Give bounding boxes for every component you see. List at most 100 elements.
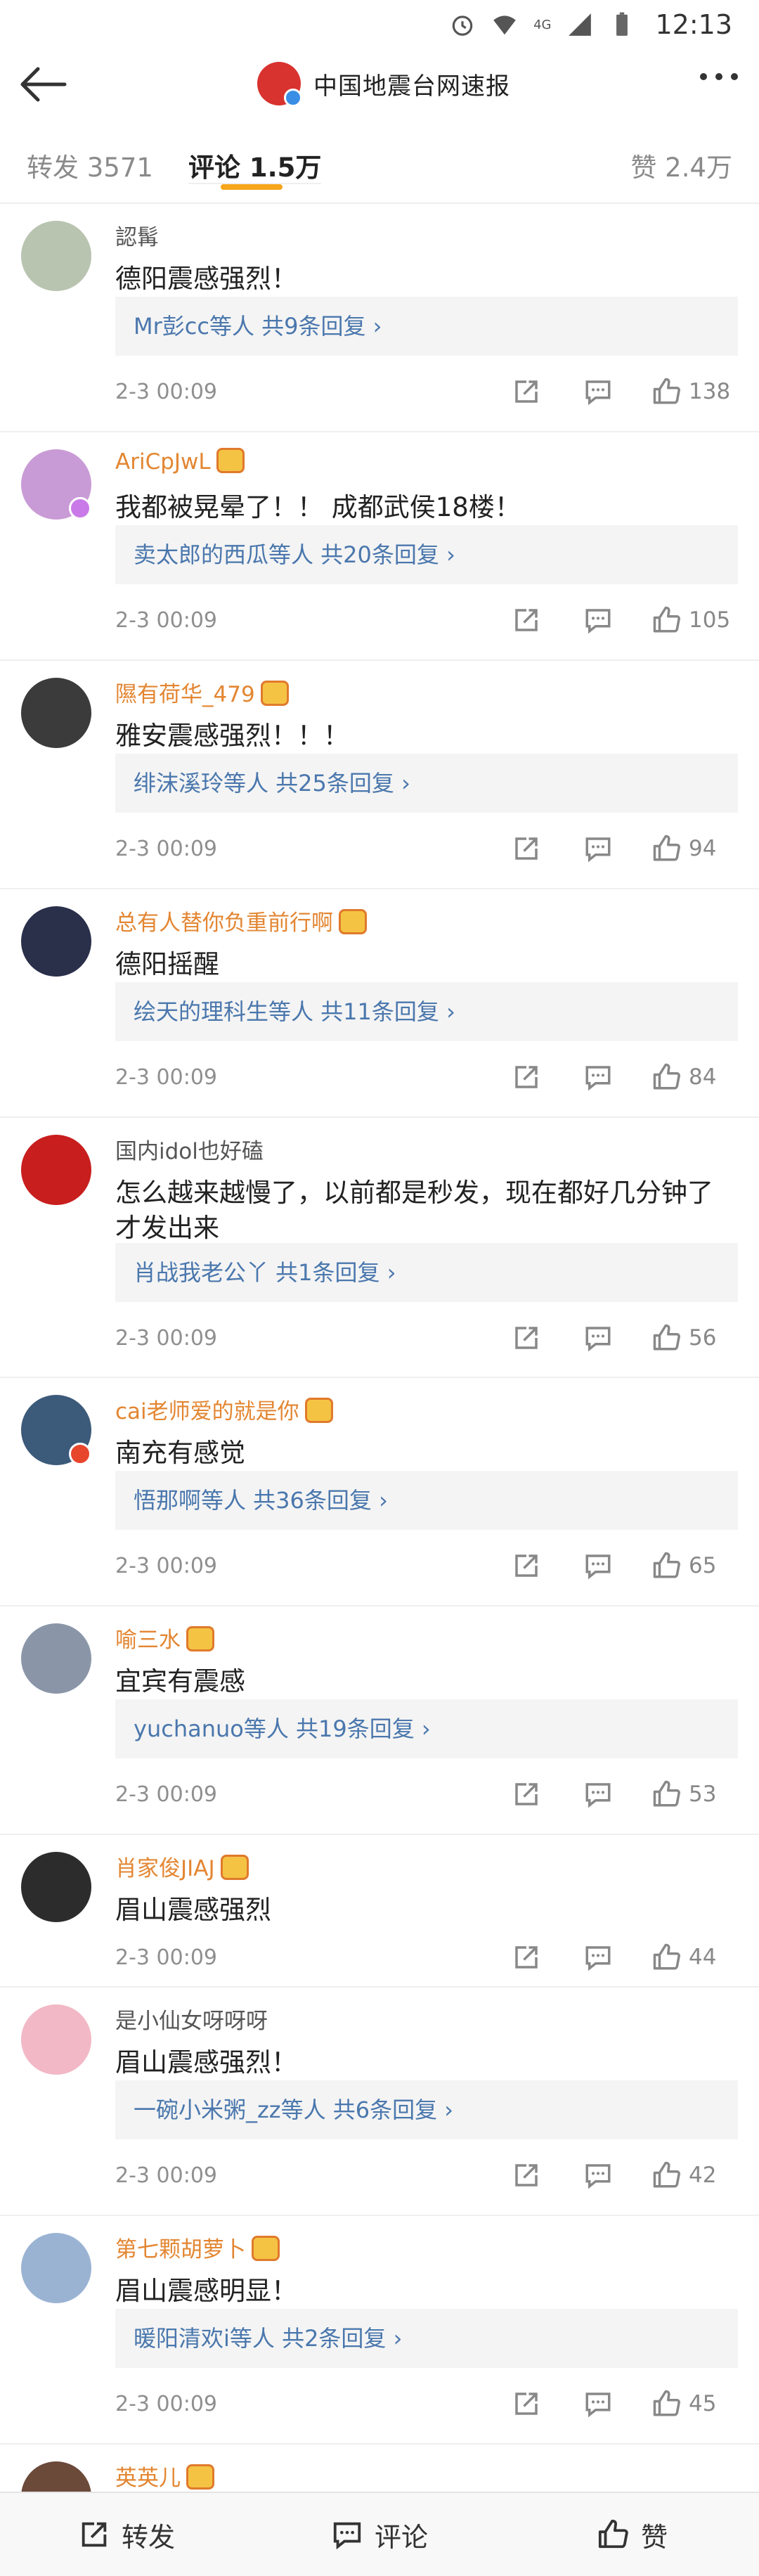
- comment-username[interactable]: 总有人替你负重前行啊: [115, 905, 367, 936]
- avatar[interactable]: [21, 2233, 91, 2303]
- comment-username[interactable]: 是小仙女呀呀呀: [115, 2003, 268, 2035]
- repost-icon[interactable]: [512, 1940, 541, 1975]
- more-dots-icon[interactable]: [700, 73, 738, 80]
- comment-item[interactable]: AriCpJwL 我都被晃晕了！！ 成都武侯18楼！ 卖太郎的西瓜等人 共20条回复…: [0, 432, 759, 661]
- avatar[interactable]: [21, 1135, 91, 1205]
- reply-summary-link[interactable]: 肖战我老公丫 共1条回复 ›: [115, 1243, 738, 1302]
- avatar[interactable]: [21, 1623, 91, 1694]
- comment-username[interactable]: 認髯: [115, 219, 159, 251]
- bottom-repost-button[interactable]: 转发: [0, 2493, 253, 2576]
- comment-username[interactable]: 隰有荷华_479: [115, 676, 289, 708]
- repost-icon[interactable]: [512, 1060, 541, 1095]
- repost-icon[interactable]: [512, 2158, 541, 2193]
- username-text: cai老师爱的就是你: [115, 1399, 299, 1424]
- comment-item[interactable]: 第七颗胡萝卜 眉山震感明显！ 暖阳清欢i等人 共2条回复 › 2-3 00:09 45: [0, 2216, 759, 2445]
- nav-bar: 中国地震台网速报: [0, 49, 759, 120]
- like-count: 105: [689, 607, 731, 633]
- like-button[interactable]: 53: [652, 1777, 716, 1812]
- comment-username[interactable]: 肖家俊JIAJ: [115, 1850, 249, 1882]
- reply-summary-link[interactable]: 暖阳清欢i等人 共2条回复 ›: [115, 2309, 738, 2368]
- comment-time: 2-3 00:09: [115, 1554, 217, 1578]
- comment-time: 2-3 00:09: [115, 1065, 217, 1090]
- comment-item[interactable]: 国内idol也好磕 怎么越来越慢了，以前都是秒发，现在都好几分钟了才发出来 肖战我老…: [0, 1118, 759, 1378]
- reply-summary-link[interactable]: 一碗小米粥_zz等人 共6条回复 ›: [115, 2080, 738, 2139]
- comment-time: 2-3 00:09: [115, 2392, 217, 2416]
- thumbs-up-icon: [652, 2160, 682, 2190]
- comment-item[interactable]: 肖家俊JIAJ 眉山震感强烈 2-3 00:09 44: [0, 1835, 759, 1988]
- like-count: 42: [689, 2163, 717, 2188]
- comment-item[interactable]: 总有人替你负重前行啊 德阳摇醒 绘天的理科生等人 共11条回复 › 2-3 00:09…: [0, 889, 759, 1118]
- tab-bar: 转发 3571 评论 1.5万 赞 2.4万: [0, 120, 759, 204]
- comment-icon[interactable]: [583, 1777, 613, 1812]
- comment-icon[interactable]: [583, 831, 613, 866]
- comment-time: 2-3 00:09: [115, 1782, 217, 1807]
- vip-crown-icon: [304, 1398, 333, 1423]
- like-button[interactable]: 56: [652, 1320, 716, 1355]
- signal-icon: [569, 13, 592, 36]
- comment-icon[interactable]: [583, 1060, 613, 1095]
- back-arrow-icon[interactable]: [18, 65, 67, 104]
- comment-icon[interactable]: [583, 1320, 613, 1355]
- comment-username[interactable]: 英英儿: [115, 2460, 214, 2492]
- avatar[interactable]: [21, 906, 91, 977]
- comment-text: 德阳震感强烈！: [115, 264, 297, 294]
- thumbs-up-icon: [652, 377, 682, 406]
- status-bar: 4G 12:13: [0, 0, 759, 49]
- comment-icon[interactable]: [583, 374, 613, 409]
- username-text: 是小仙女呀呀呀: [115, 2009, 268, 2034]
- comment-item[interactable]: 喻三水 宜宾有震感 yuchanuo等人 共19条回复 › 2-3 00:09 53: [0, 1606, 759, 1835]
- like-button[interactable]: 84: [652, 1060, 716, 1095]
- like-button[interactable]: 45: [652, 2386, 716, 2421]
- comment-username[interactable]: 喻三水: [115, 1622, 214, 1654]
- comment-time: 2-3 00:09: [115, 608, 217, 633]
- comment-username[interactable]: AriCpJwL: [115, 448, 245, 475]
- repost-icon[interactable]: [512, 1777, 541, 1812]
- comment-item[interactable]: 認髯 德阳震感强烈！ Mr彭cc等人 共9条回复 › 2-3 00:09 138: [0, 204, 759, 432]
- vip-crown-icon: [252, 2236, 280, 2261]
- comment-username[interactable]: cai老师爱的就是你: [115, 1393, 333, 1425]
- repost-icon[interactable]: [512, 1320, 541, 1355]
- comment-text: 我都被晃晕了！！ 成都武侯18楼！: [115, 492, 521, 522]
- repost-icon[interactable]: [512, 374, 541, 409]
- comment-item[interactable]: 隰有荷华_479 雅安震感强烈！！！ 绯沫溪玲等人 共25条回复 › 2-3 00:0…: [0, 661, 759, 889]
- verified-badge-icon: [69, 1443, 91, 1465]
- account-header[interactable]: 中国地震台网速报: [257, 62, 510, 107]
- repost-icon[interactable]: [512, 603, 541, 638]
- bottom-comment-button[interactable]: 评论: [253, 2493, 506, 2576]
- reply-summary-link[interactable]: Mr彭cc等人 共9条回复 ›: [115, 297, 738, 356]
- comment-username[interactable]: 国内idol也好磕: [115, 1133, 264, 1165]
- comment-icon[interactable]: [583, 1548, 613, 1583]
- comment-item[interactable]: 是小仙女呀呀呀 眉山震感强烈！ 一碗小米粥_zz等人 共6条回复 › 2-3 00:0…: [0, 1988, 759, 2216]
- like-button[interactable]: 44: [652, 1940, 716, 1975]
- repost-icon[interactable]: [512, 831, 541, 866]
- comment-icon[interactable]: [583, 603, 613, 638]
- tab-comment[interactable]: 评论 1.5万: [188, 153, 322, 184]
- like-button[interactable]: 138: [652, 374, 730, 409]
- avatar[interactable]: [21, 2004, 91, 2075]
- like-button[interactable]: 42: [652, 2158, 716, 2193]
- comment-icon[interactable]: [583, 2158, 613, 2193]
- reply-summary-link[interactable]: 悟那啊等人 共36条回复 ›: [115, 1471, 738, 1530]
- like-button[interactable]: 94: [652, 831, 716, 866]
- comment-icon[interactable]: [583, 1940, 613, 1975]
- vip-crown-icon: [186, 2464, 214, 2490]
- comment-username[interactable]: 第七颗胡萝卜: [115, 2232, 280, 2263]
- reply-summary-link[interactable]: 绯沫溪玲等人 共25条回复 ›: [115, 754, 738, 813]
- avatar[interactable]: [21, 1852, 91, 1922]
- wifi-icon: [493, 15, 516, 35]
- comment-icon[interactable]: [583, 2386, 613, 2421]
- reply-summary-link[interactable]: 绘天的理科生等人 共11条回复 ›: [115, 982, 738, 1041]
- verified-badge-icon: [69, 497, 91, 520]
- reply-summary-link[interactable]: yuchanuo等人 共19条回复 ›: [115, 1699, 738, 1758]
- tab-like[interactable]: 赞 2.4万: [630, 146, 732, 184]
- avatar[interactable]: [21, 221, 91, 291]
- avatar[interactable]: [21, 678, 91, 748]
- repost-icon[interactable]: [512, 1548, 541, 1583]
- bottom-like-button[interactable]: 赞: [506, 2493, 759, 2576]
- tab-repost[interactable]: 转发 3571: [27, 146, 153, 184]
- like-button[interactable]: 65: [652, 1548, 716, 1583]
- repost-icon[interactable]: [512, 2386, 541, 2421]
- reply-summary-link[interactable]: 卖太郎的西瓜等人 共20条回复 ›: [115, 525, 738, 584]
- comment-item[interactable]: cai老师爱的就是你 南充有感觉 悟那啊等人 共36条回复 › 2-3 00:09 65: [0, 1378, 759, 1606]
- like-button[interactable]: 105: [652, 603, 730, 638]
